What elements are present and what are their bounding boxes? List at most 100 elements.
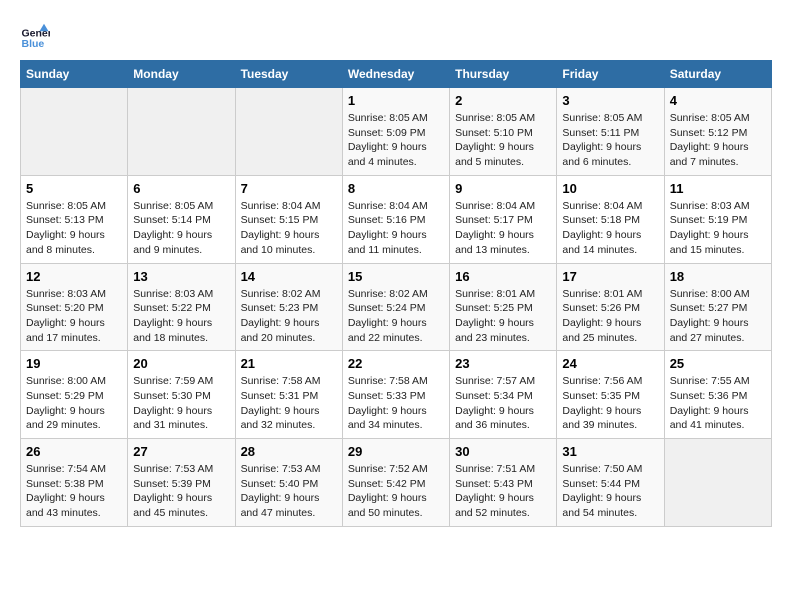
day-number: 25 <box>670 356 766 371</box>
day-number: 20 <box>133 356 229 371</box>
calendar-cell: 11 Sunrise: 8:03 AM Sunset: 5:19 PM Dayli… <box>664 175 771 263</box>
day-info: Sunrise: 7:54 AM Sunset: 5:38 PM Dayligh… <box>26 462 122 521</box>
calendar-week-row: 26 Sunrise: 7:54 AM Sunset: 5:38 PM Dayli… <box>21 439 772 527</box>
calendar-cell: 20 Sunrise: 7:59 AM Sunset: 5:30 PM Dayli… <box>128 351 235 439</box>
day-info: Sunrise: 8:04 AM Sunset: 5:17 PM Dayligh… <box>455 199 551 258</box>
day-info: Sunrise: 8:05 AM Sunset: 5:10 PM Dayligh… <box>455 111 551 170</box>
calendar-cell: 9 Sunrise: 8:04 AM Sunset: 5:17 PM Daylig… <box>450 175 557 263</box>
day-info: Sunrise: 7:50 AM Sunset: 5:44 PM Dayligh… <box>562 462 658 521</box>
calendar-week-row: 5 Sunrise: 8:05 AM Sunset: 5:13 PM Daylig… <box>21 175 772 263</box>
calendar-cell: 2 Sunrise: 8:05 AM Sunset: 5:10 PM Daylig… <box>450 88 557 176</box>
calendar-cell: 4 Sunrise: 8:05 AM Sunset: 5:12 PM Daylig… <box>664 88 771 176</box>
day-info: Sunrise: 8:05 AM Sunset: 5:12 PM Dayligh… <box>670 111 766 170</box>
day-number: 28 <box>241 444 337 459</box>
day-info: Sunrise: 8:04 AM Sunset: 5:16 PM Dayligh… <box>348 199 444 258</box>
calendar-header: SundayMondayTuesdayWednesdayThursdayFrid… <box>21 61 772 88</box>
day-info: Sunrise: 8:05 AM Sunset: 5:13 PM Dayligh… <box>26 199 122 258</box>
calendar-cell: 25Sunrise: 7:55 AM Sunset: 5:36 PM Dayli… <box>664 351 771 439</box>
day-number: 5 <box>26 181 122 196</box>
day-number: 26 <box>26 444 122 459</box>
day-info: Sunrise: 8:05 AM Sunset: 5:09 PM Dayligh… <box>348 111 444 170</box>
calendar-cell: 12 Sunrise: 8:03 AM Sunset: 5:20 PM Dayli… <box>21 263 128 351</box>
day-number: 18 <box>670 269 766 284</box>
calendar-cell: 5 Sunrise: 8:05 AM Sunset: 5:13 PM Daylig… <box>21 175 128 263</box>
day-number: 4 <box>670 93 766 108</box>
day-info: Sunrise: 8:04 AM Sunset: 5:18 PM Dayligh… <box>562 199 658 258</box>
day-number: 8 <box>348 181 444 196</box>
day-info: Sunrise: 8:02 AM Sunset: 5:23 PM Dayligh… <box>241 287 337 346</box>
calendar-week-row: 1 Sunrise: 8:05 AM Sunset: 5:09 PM Daylig… <box>21 88 772 176</box>
calendar-cell: 1 Sunrise: 8:05 AM Sunset: 5:09 PM Daylig… <box>342 88 449 176</box>
day-info: Sunrise: 8:03 AM Sunset: 5:20 PM Dayligh… <box>26 287 122 346</box>
day-info: Sunrise: 7:53 AM Sunset: 5:40 PM Dayligh… <box>241 462 337 521</box>
day-number: 19 <box>26 356 122 371</box>
calendar-cell: 28 Sunrise: 7:53 AM Sunset: 5:40 PM Dayli… <box>235 439 342 527</box>
day-info: Sunrise: 8:01 AM Sunset: 5:26 PM Dayligh… <box>562 287 658 346</box>
calendar-cell <box>21 88 128 176</box>
day-number: 16 <box>455 269 551 284</box>
calendar-cell: 15 Sunrise: 8:02 AM Sunset: 5:24 PM Dayli… <box>342 263 449 351</box>
calendar-cell: 18Sunrise: 8:00 AM Sunset: 5:27 PM Dayli… <box>664 263 771 351</box>
day-number: 29 <box>348 444 444 459</box>
calendar-table: SundayMondayTuesdayWednesdayThursdayFrid… <box>20 60 772 527</box>
day-info: Sunrise: 8:02 AM Sunset: 5:24 PM Dayligh… <box>348 287 444 346</box>
calendar-cell: 21 Sunrise: 7:58 AM Sunset: 5:31 PM Dayli… <box>235 351 342 439</box>
calendar-cell: 8 Sunrise: 8:04 AM Sunset: 5:16 PM Daylig… <box>342 175 449 263</box>
calendar-week-row: 19 Sunrise: 8:00 AM Sunset: 5:29 PM Dayli… <box>21 351 772 439</box>
day-number: 14 <box>241 269 337 284</box>
calendar-cell: 22Sunrise: 7:58 AM Sunset: 5:33 PM Dayli… <box>342 351 449 439</box>
calendar-cell: 24 Sunrise: 7:56 AM Sunset: 5:35 PM Dayli… <box>557 351 664 439</box>
calendar-cell: 30Sunrise: 7:51 AM Sunset: 5:43 PM Dayli… <box>450 439 557 527</box>
day-number: 27 <box>133 444 229 459</box>
day-number: 10 <box>562 181 658 196</box>
day-number: 7 <box>241 181 337 196</box>
svg-text:Blue: Blue <box>22 38 45 50</box>
calendar-cell <box>128 88 235 176</box>
day-number: 23 <box>455 356 551 371</box>
day-number: 1 <box>348 93 444 108</box>
day-info: Sunrise: 7:58 AM Sunset: 5:31 PM Dayligh… <box>241 374 337 433</box>
logo: General Blue <box>20 20 50 50</box>
day-info: Sunrise: 7:56 AM Sunset: 5:35 PM Dayligh… <box>562 374 658 433</box>
page-header: General Blue <box>20 20 772 50</box>
calendar-cell: 26 Sunrise: 7:54 AM Sunset: 5:38 PM Dayli… <box>21 439 128 527</box>
day-number: 24 <box>562 356 658 371</box>
calendar-cell: 27 Sunrise: 7:53 AM Sunset: 5:39 PM Dayli… <box>128 439 235 527</box>
calendar-cell: 6Sunrise: 8:05 AM Sunset: 5:14 PM Daylig… <box>128 175 235 263</box>
day-info: Sunrise: 7:57 AM Sunset: 5:34 PM Dayligh… <box>455 374 551 433</box>
calendar-cell: 23 Sunrise: 7:57 AM Sunset: 5:34 PM Dayli… <box>450 351 557 439</box>
day-info: Sunrise: 8:00 AM Sunset: 5:29 PM Dayligh… <box>26 374 122 433</box>
day-number: 3 <box>562 93 658 108</box>
day-number: 6 <box>133 181 229 196</box>
day-number: 15 <box>348 269 444 284</box>
day-info: Sunrise: 7:59 AM Sunset: 5:30 PM Dayligh… <box>133 374 229 433</box>
day-info: Sunrise: 7:53 AM Sunset: 5:39 PM Dayligh… <box>133 462 229 521</box>
calendar-cell: 13 Sunrise: 8:03 AM Sunset: 5:22 PM Dayli… <box>128 263 235 351</box>
calendar-cell: 16 Sunrise: 8:01 AM Sunset: 5:25 PM Dayli… <box>450 263 557 351</box>
calendar-cell: 31 Sunrise: 7:50 AM Sunset: 5:44 PM Dayli… <box>557 439 664 527</box>
weekday-header: Sunday <box>21 61 128 88</box>
weekday-header: Saturday <box>664 61 771 88</box>
calendar-cell: 19 Sunrise: 8:00 AM Sunset: 5:29 PM Dayli… <box>21 351 128 439</box>
logo-icon: General Blue <box>20 20 50 50</box>
weekday-header: Thursday <box>450 61 557 88</box>
day-info: Sunrise: 7:58 AM Sunset: 5:33 PM Dayligh… <box>348 374 444 433</box>
day-number: 9 <box>455 181 551 196</box>
day-info: Sunrise: 7:52 AM Sunset: 5:42 PM Dayligh… <box>348 462 444 521</box>
weekday-header: Wednesday <box>342 61 449 88</box>
day-number: 11 <box>670 181 766 196</box>
calendar-cell <box>664 439 771 527</box>
day-info: Sunrise: 8:03 AM Sunset: 5:22 PM Dayligh… <box>133 287 229 346</box>
day-number: 31 <box>562 444 658 459</box>
calendar-cell: 29 Sunrise: 7:52 AM Sunset: 5:42 PM Dayli… <box>342 439 449 527</box>
calendar-cell: 3Sunrise: 8:05 AM Sunset: 5:11 PM Daylig… <box>557 88 664 176</box>
day-info: Sunrise: 8:01 AM Sunset: 5:25 PM Dayligh… <box>455 287 551 346</box>
day-info: Sunrise: 8:03 AM Sunset: 5:19 PM Dayligh… <box>670 199 766 258</box>
day-number: 2 <box>455 93 551 108</box>
day-number: 12 <box>26 269 122 284</box>
calendar-cell <box>235 88 342 176</box>
calendar-cell: 14 Sunrise: 8:02 AM Sunset: 5:23 PM Dayli… <box>235 263 342 351</box>
day-number: 21 <box>241 356 337 371</box>
calendar-week-row: 12 Sunrise: 8:03 AM Sunset: 5:20 PM Dayli… <box>21 263 772 351</box>
day-number: 13 <box>133 269 229 284</box>
